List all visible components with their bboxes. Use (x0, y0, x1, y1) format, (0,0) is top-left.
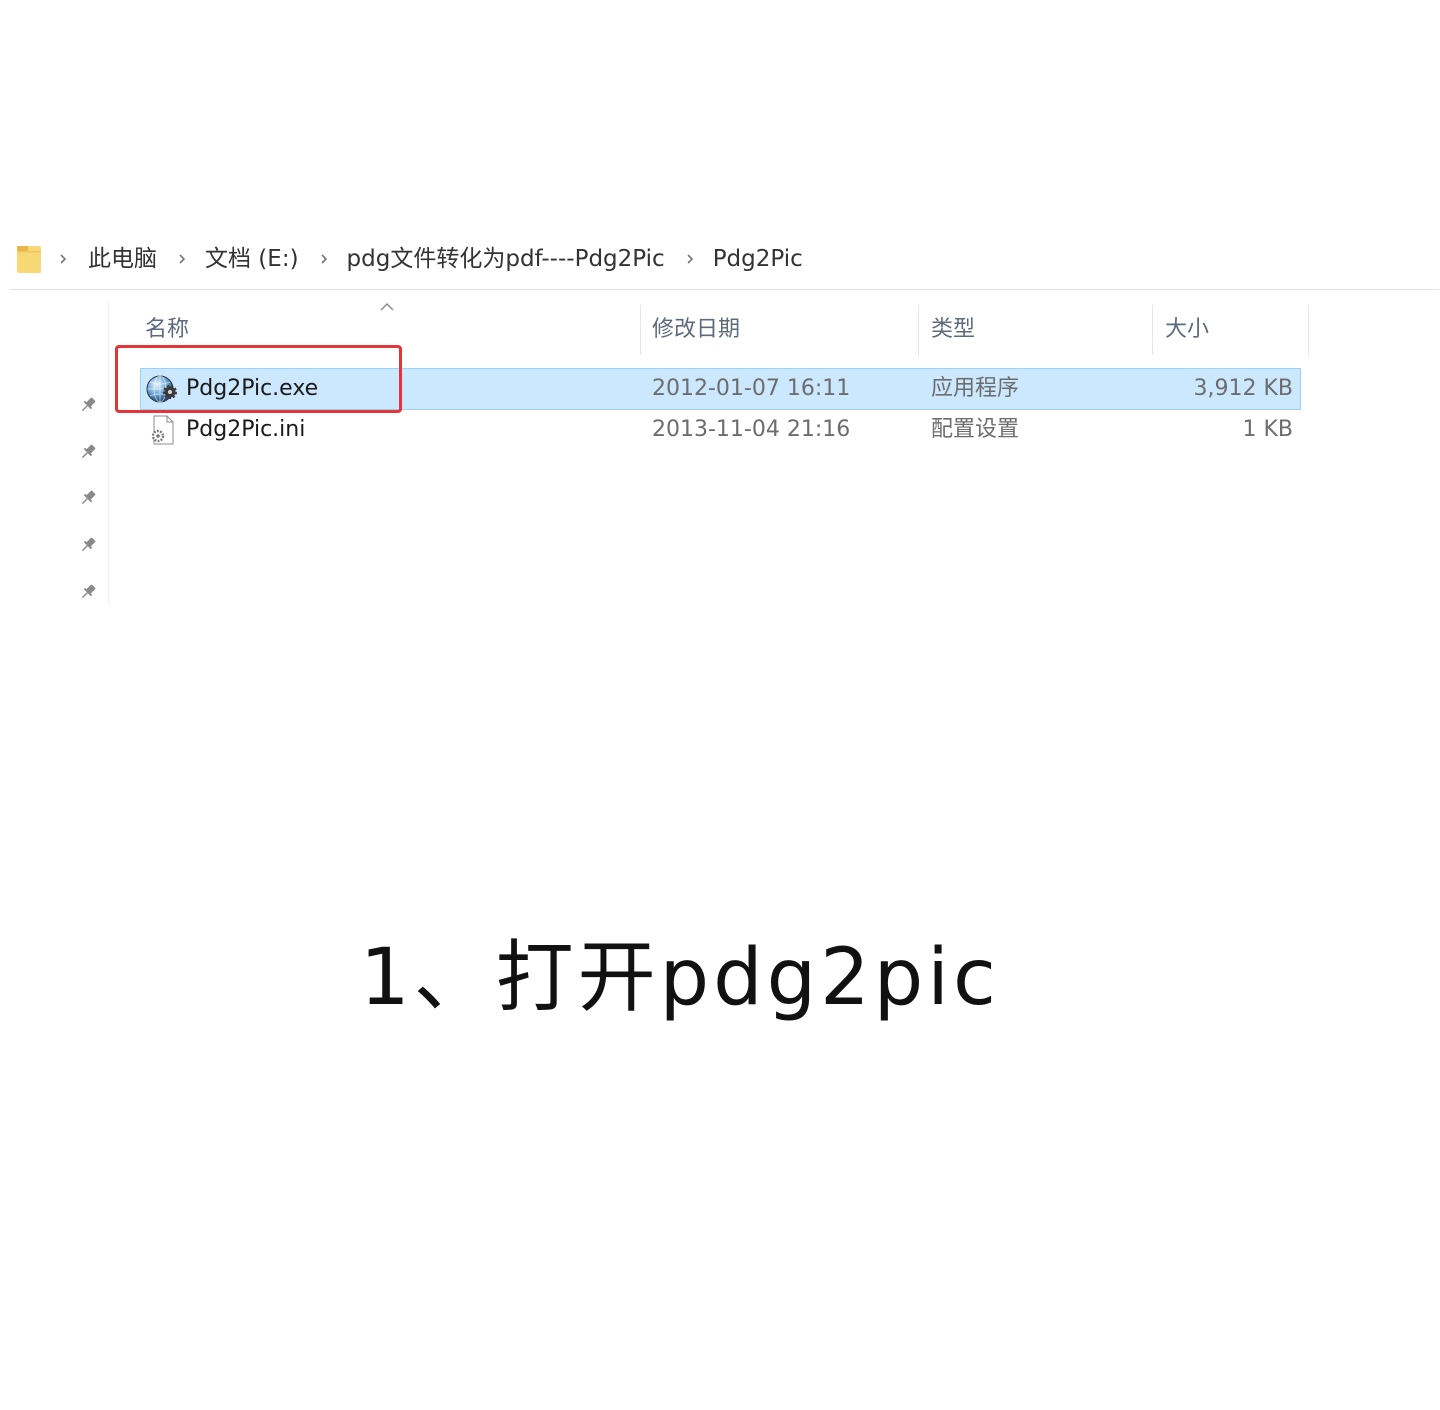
chevron-right-icon[interactable] (58, 252, 68, 266)
column-resize-handle[interactable] (640, 305, 641, 355)
chevron-right-icon[interactable] (685, 252, 695, 266)
pin-icon[interactable] (78, 488, 98, 508)
column-header-size[interactable]: 大小 (1165, 315, 1209, 345)
address-bar-breadcrumb: 此电脑 文档 (E:) pdg文件转化为pdf----Pdg2Pic Pdg2P… (16, 240, 803, 278)
sort-ascending-icon (380, 302, 394, 311)
navigation-pane-splitter[interactable] (108, 300, 109, 605)
pin-icon[interactable] (78, 582, 98, 602)
column-header-name[interactable]: 名称 (145, 315, 189, 345)
breadcrumb-item-parent-folder[interactable]: pdg文件转化为pdf----Pdg2Pic (347, 240, 665, 278)
file-row-ini[interactable]: Pdg2Pic.ini 2013-11-04 21:16 配置设置 1 KB (140, 410, 1301, 450)
file-name[interactable]: Pdg2Pic.ini (186, 411, 305, 449)
chevron-right-icon[interactable] (177, 252, 187, 266)
file-size: 1 KB (1242, 417, 1293, 442)
pin-icon[interactable] (78, 395, 98, 415)
pin-icon[interactable] (78, 535, 98, 555)
column-resize-handle[interactable] (1308, 305, 1309, 355)
address-bar-divider (10, 289, 1439, 290)
column-resize-handle[interactable] (1152, 305, 1153, 355)
breadcrumb-item-current-folder[interactable]: Pdg2Pic (713, 240, 803, 278)
column-header-type[interactable]: 类型 (931, 315, 975, 345)
file-name[interactable]: Pdg2Pic.exe (186, 369, 318, 409)
pin-icon[interactable] (78, 442, 98, 462)
file-date-modified: 2012-01-07 16:11 (652, 376, 851, 401)
config-settings-file-icon (151, 415, 174, 445)
column-resize-handle[interactable] (918, 305, 919, 355)
file-row-exe[interactable]: Pdg2Pic.exe 2012-01-07 16:11 应用程序 3,912 … (140, 368, 1301, 410)
application-exe-icon (146, 375, 177, 403)
chevron-right-icon[interactable] (319, 252, 329, 266)
breadcrumb-item-this-pc[interactable]: 此电脑 (88, 240, 157, 278)
file-type: 应用程序 (931, 376, 1020, 401)
file-date-modified: 2013-11-04 21:16 (652, 417, 851, 442)
file-size: 3,912 KB (1193, 376, 1294, 401)
column-header-date-modified[interactable]: 修改日期 (652, 315, 740, 345)
folder-icon (17, 246, 41, 273)
file-type: 配置设置 (931, 417, 1020, 442)
breadcrumb-item-documents-drive[interactable]: 文档 (E:) (205, 240, 299, 278)
annotation-caption: 1、打开pdg2pic (360, 933, 1000, 1023)
